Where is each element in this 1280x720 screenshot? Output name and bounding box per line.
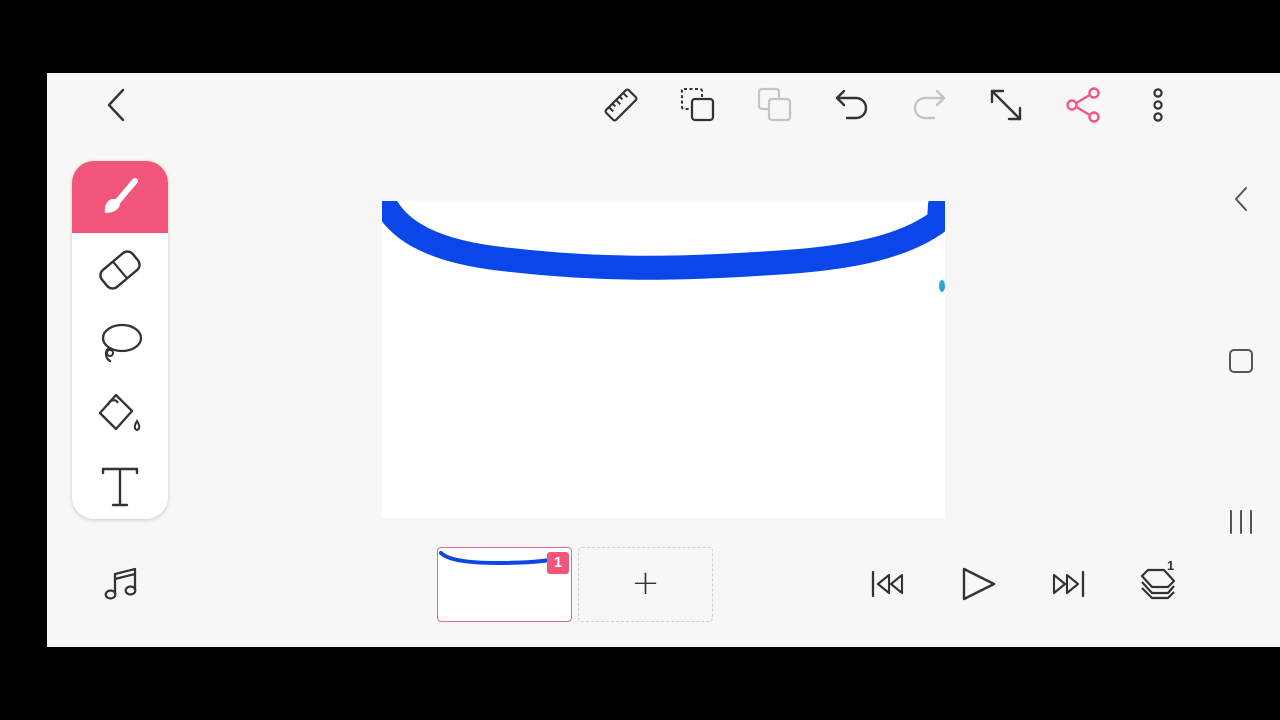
first-frame-button[interactable] xyxy=(868,564,908,604)
back-button[interactable] xyxy=(97,85,137,125)
share-icon xyxy=(1066,87,1100,123)
last-frame-button[interactable] xyxy=(1048,564,1088,604)
app-screen: 1 + 1 xyxy=(47,73,1280,647)
drawing-canvas[interactable] xyxy=(382,201,945,518)
tool-brush[interactable] xyxy=(72,161,168,233)
tool-eraser[interactable] xyxy=(72,233,168,305)
eraser-icon xyxy=(96,247,144,293)
more-options-button[interactable] xyxy=(1138,85,1178,125)
brush-icon xyxy=(96,175,144,221)
ruler-icon xyxy=(604,88,638,122)
undo-button[interactable] xyxy=(832,85,872,125)
copy-frame-icon xyxy=(681,88,715,122)
canvas-drawing xyxy=(382,201,945,292)
system-back-button[interactable] xyxy=(1227,185,1255,213)
lasso-icon xyxy=(96,319,144,365)
redo-button[interactable] xyxy=(909,85,949,125)
home-square-icon xyxy=(1229,349,1253,373)
frame-number-badge: 1 xyxy=(547,552,569,574)
system-recents-button[interactable] xyxy=(1227,508,1255,536)
brush-stroke xyxy=(382,201,945,280)
more-vertical-icon xyxy=(1153,88,1163,122)
add-frame-button[interactable]: + xyxy=(578,547,713,622)
paste-button[interactable] xyxy=(755,85,795,125)
tool-fill[interactable] xyxy=(72,377,168,449)
undo-icon xyxy=(835,89,868,120)
ruler-button[interactable] xyxy=(601,85,641,125)
expand-diagonal-icon xyxy=(990,89,1022,121)
paste-icon xyxy=(757,87,792,122)
play-icon xyxy=(962,567,996,601)
system-home-button[interactable] xyxy=(1227,347,1255,375)
tool-panel xyxy=(72,161,168,519)
redo-icon xyxy=(913,89,946,120)
fullscreen-button[interactable] xyxy=(986,85,1026,125)
layer-count: 1 xyxy=(1167,558,1175,573)
play-button[interactable] xyxy=(958,564,998,604)
skip-to-start-icon xyxy=(871,570,904,598)
back-chevron-icon xyxy=(1235,187,1247,211)
frame-thumbnail[interactable]: 1 xyxy=(437,547,572,622)
paint-bucket-icon xyxy=(96,391,144,437)
skip-to-end-icon xyxy=(1052,570,1085,598)
back-chevron-icon xyxy=(107,88,125,122)
music-button[interactable] xyxy=(101,564,141,604)
recents-bars-icon xyxy=(1230,510,1252,534)
tool-text[interactable] xyxy=(72,449,168,519)
text-icon xyxy=(96,463,144,509)
tool-lasso[interactable] xyxy=(72,305,168,377)
duplicate-frame-button[interactable] xyxy=(678,85,718,125)
music-note-icon xyxy=(104,567,137,600)
layers-button[interactable]: 1 xyxy=(1138,558,1178,604)
share-button[interactable] xyxy=(1063,85,1103,125)
